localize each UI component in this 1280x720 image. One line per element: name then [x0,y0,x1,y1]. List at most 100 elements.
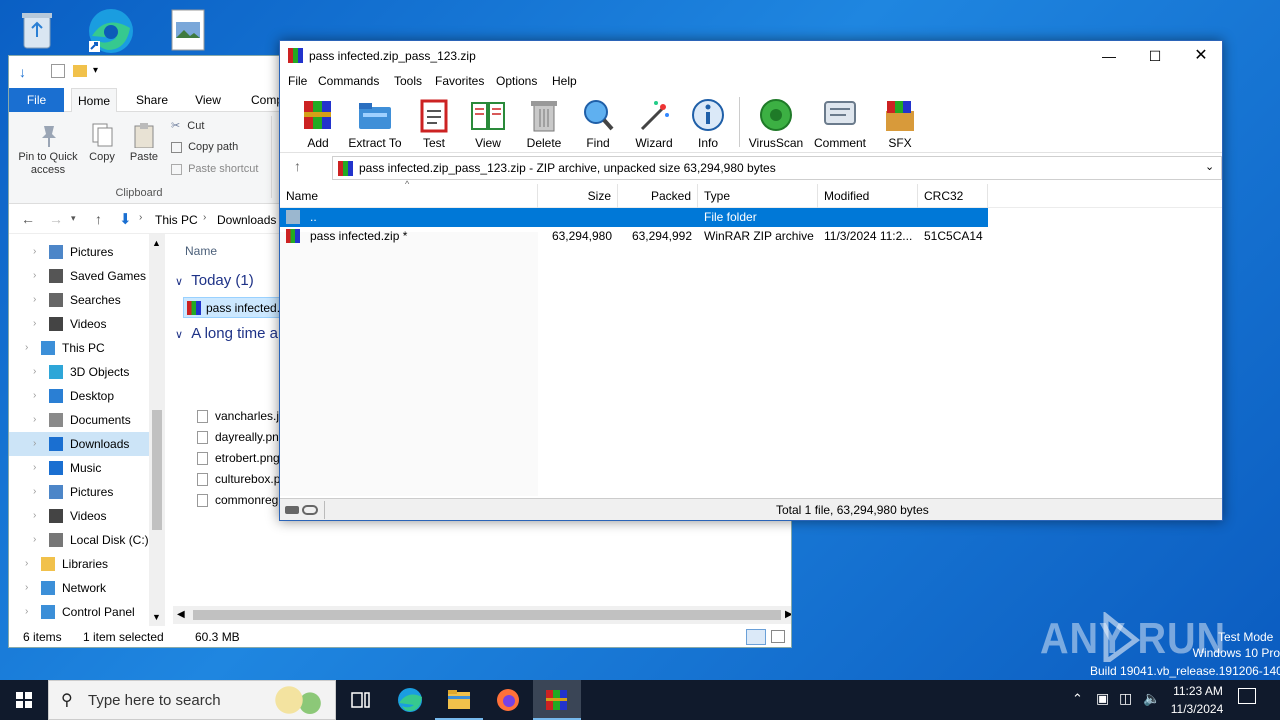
expand-chevron-icon[interactable]: › [25,600,28,624]
toolbar-virusscan-button[interactable]: VirusScan [746,95,806,153]
today-file-row[interactable]: pass infected. [183,297,293,318]
expand-chevron-icon[interactable]: › [33,504,36,528]
column-header-crc[interactable]: CRC32 [918,184,988,208]
expand-chevron-icon[interactable]: › [33,264,36,288]
pin-quick-access-button[interactable]: Pin to Quick access [13,122,83,177]
scroll-down-icon[interactable]: ▼ [152,612,161,622]
list-item[interactable]: commonregis [195,490,287,511]
show-hidden-icons[interactable]: ⌃ [1072,691,1083,707]
menu-file[interactable]: File [288,71,307,91]
expand-chevron-icon[interactable]: › [25,336,28,360]
network-tray-icon[interactable]: ◫ [1119,690,1132,707]
expand-chevron-icon[interactable]: › [33,384,36,408]
menu-options[interactable]: Options [496,71,537,91]
image-file-icon[interactable] [166,8,212,54]
expand-chevron-icon[interactable]: › [33,408,36,432]
taskbar-search-box[interactable]: ⚲ Type here to search [48,680,336,720]
nav-item[interactable]: › Network [9,576,149,600]
h-scroll-thumb[interactable] [193,610,781,620]
expand-chevron-icon[interactable]: › [33,456,36,480]
scroll-up-icon[interactable]: ▲ [152,238,161,248]
menu-favorites[interactable]: Favorites [435,71,484,91]
new-folder-icon[interactable] [73,65,87,77]
expand-chevron-icon[interactable]: › [33,432,36,456]
nav-item[interactable]: › Documents [9,408,149,432]
taskbar-edge[interactable] [386,680,434,720]
breadcrumb-this-pc[interactable]: This PC [155,213,198,227]
nav-item[interactable]: › Control Panel [9,600,149,624]
nav-item[interactable]: › Videos [9,312,149,336]
start-button[interactable] [0,680,48,720]
column-header-name[interactable]: Name [185,244,217,258]
menu-tools[interactable]: Tools [394,71,422,91]
minimize-icon[interactable]: — [1092,45,1126,67]
table-row[interactable]: .. File folder [280,208,988,227]
expand-chevron-icon[interactable]: › [33,528,36,552]
list-item[interactable]: etrobert.png [195,448,280,469]
path-dropdown-icon[interactable]: ⌄ [1205,160,1214,173]
tab-share[interactable]: Share [131,88,173,112]
column-header-name[interactable]: Name [280,184,538,208]
expand-chevron-icon[interactable]: › [25,552,28,576]
nav-item[interactable]: › Saved Games [9,264,149,288]
list-item[interactable]: dayreally.png [195,427,286,448]
tab-view[interactable]: View [187,88,229,112]
breadcrumb-downloads[interactable]: Downloads [217,213,276,227]
group-long-time-header[interactable]: ∨ A long time a [175,325,278,342]
list-item[interactable]: culturebox.pn [195,469,287,490]
toolbar-info-button[interactable]: Info [678,95,738,153]
copy-button[interactable]: Copy [87,122,117,163]
nav-item[interactable]: › Searches [9,288,149,312]
column-header-type[interactable]: Type [698,184,818,208]
navigation-scrollbar[interactable]: ▲ ▼ [149,234,165,626]
paste-button[interactable]: Paste [127,122,161,163]
expand-chevron-icon[interactable]: › [33,240,36,264]
nav-item[interactable]: › This PC [9,336,149,360]
clock-time[interactable]: 11:23 AM [1168,684,1228,698]
nav-item[interactable]: › Desktop [9,384,149,408]
scroll-left-icon[interactable]: ◀ [177,609,185,620]
qat-dropdown-icon[interactable]: ▾ [93,65,98,76]
archive-path-combo[interactable]: pass infected.zip_pass_123.zip - ZIP arc… [332,156,1222,180]
nav-item[interactable]: › Videos [9,504,149,528]
nav-item[interactable]: › Music [9,456,149,480]
menu-help[interactable]: Help [552,71,577,91]
nav-item[interactable]: › Local Disk (C:) [9,528,149,552]
paste-shortcut-button[interactable]: Paste shortcut [171,163,258,175]
back-arrow-icon[interactable]: ← [21,211,35,227]
taskbar-firefox[interactable] [484,680,532,720]
back-blue-arrow-icon[interactable]: ↓ [19,64,26,80]
cut-button[interactable]: ✂ Cut [171,119,204,132]
group-today-header[interactable]: ∨ Today (1) [175,272,254,289]
horizontal-scrollbar[interactable]: ◀ ▶ [173,606,791,624]
notifications-icon[interactable] [1238,688,1256,704]
expand-chevron-icon[interactable]: › [33,480,36,504]
scroll-right-icon[interactable]: ▶ [785,609,791,620]
nav-item[interactable]: › 3D Objects [9,360,149,384]
up-folder-icon[interactable]: ↑ [294,158,301,174]
task-view-button[interactable] [336,680,384,720]
nav-item[interactable]: › Pictures [9,240,149,264]
taskbar-winrar[interactable] [533,680,581,720]
volume-icon[interactable]: 🔈 [1143,690,1160,707]
tab-file[interactable]: File [9,88,64,112]
copy-path-button[interactable]: Copy path [171,141,238,153]
close-icon[interactable]: ✕ [1184,45,1218,67]
edge-icon[interactable] [86,6,133,53]
meet-now-icon[interactable]: ▣ [1096,690,1109,707]
expand-chevron-icon[interactable]: › [33,360,36,384]
toolbar-sfx-button[interactable]: SFX [870,95,930,153]
nav-item[interactable]: › Libraries [9,552,149,576]
scroll-thumb[interactable] [152,410,162,530]
recent-dropdown-icon[interactable]: ▾ [71,213,76,224]
taskbar-file-explorer[interactable] [435,680,483,720]
nav-item[interactable]: › Pictures [9,480,149,504]
expand-chevron-icon[interactable]: › [33,312,36,336]
column-header-size[interactable]: Size [538,184,618,208]
table-row[interactable]: pass infected.zip * 63,294,980 63,294,992 W… [280,227,988,246]
expand-chevron-icon[interactable]: › [25,576,28,600]
list-item[interactable]: vancharles.jpg [195,406,292,427]
up-arrow-icon[interactable]: ↑ [95,211,102,227]
forward-arrow-icon[interactable]: → [49,211,63,227]
menu-commands[interactable]: Commands [318,71,379,91]
